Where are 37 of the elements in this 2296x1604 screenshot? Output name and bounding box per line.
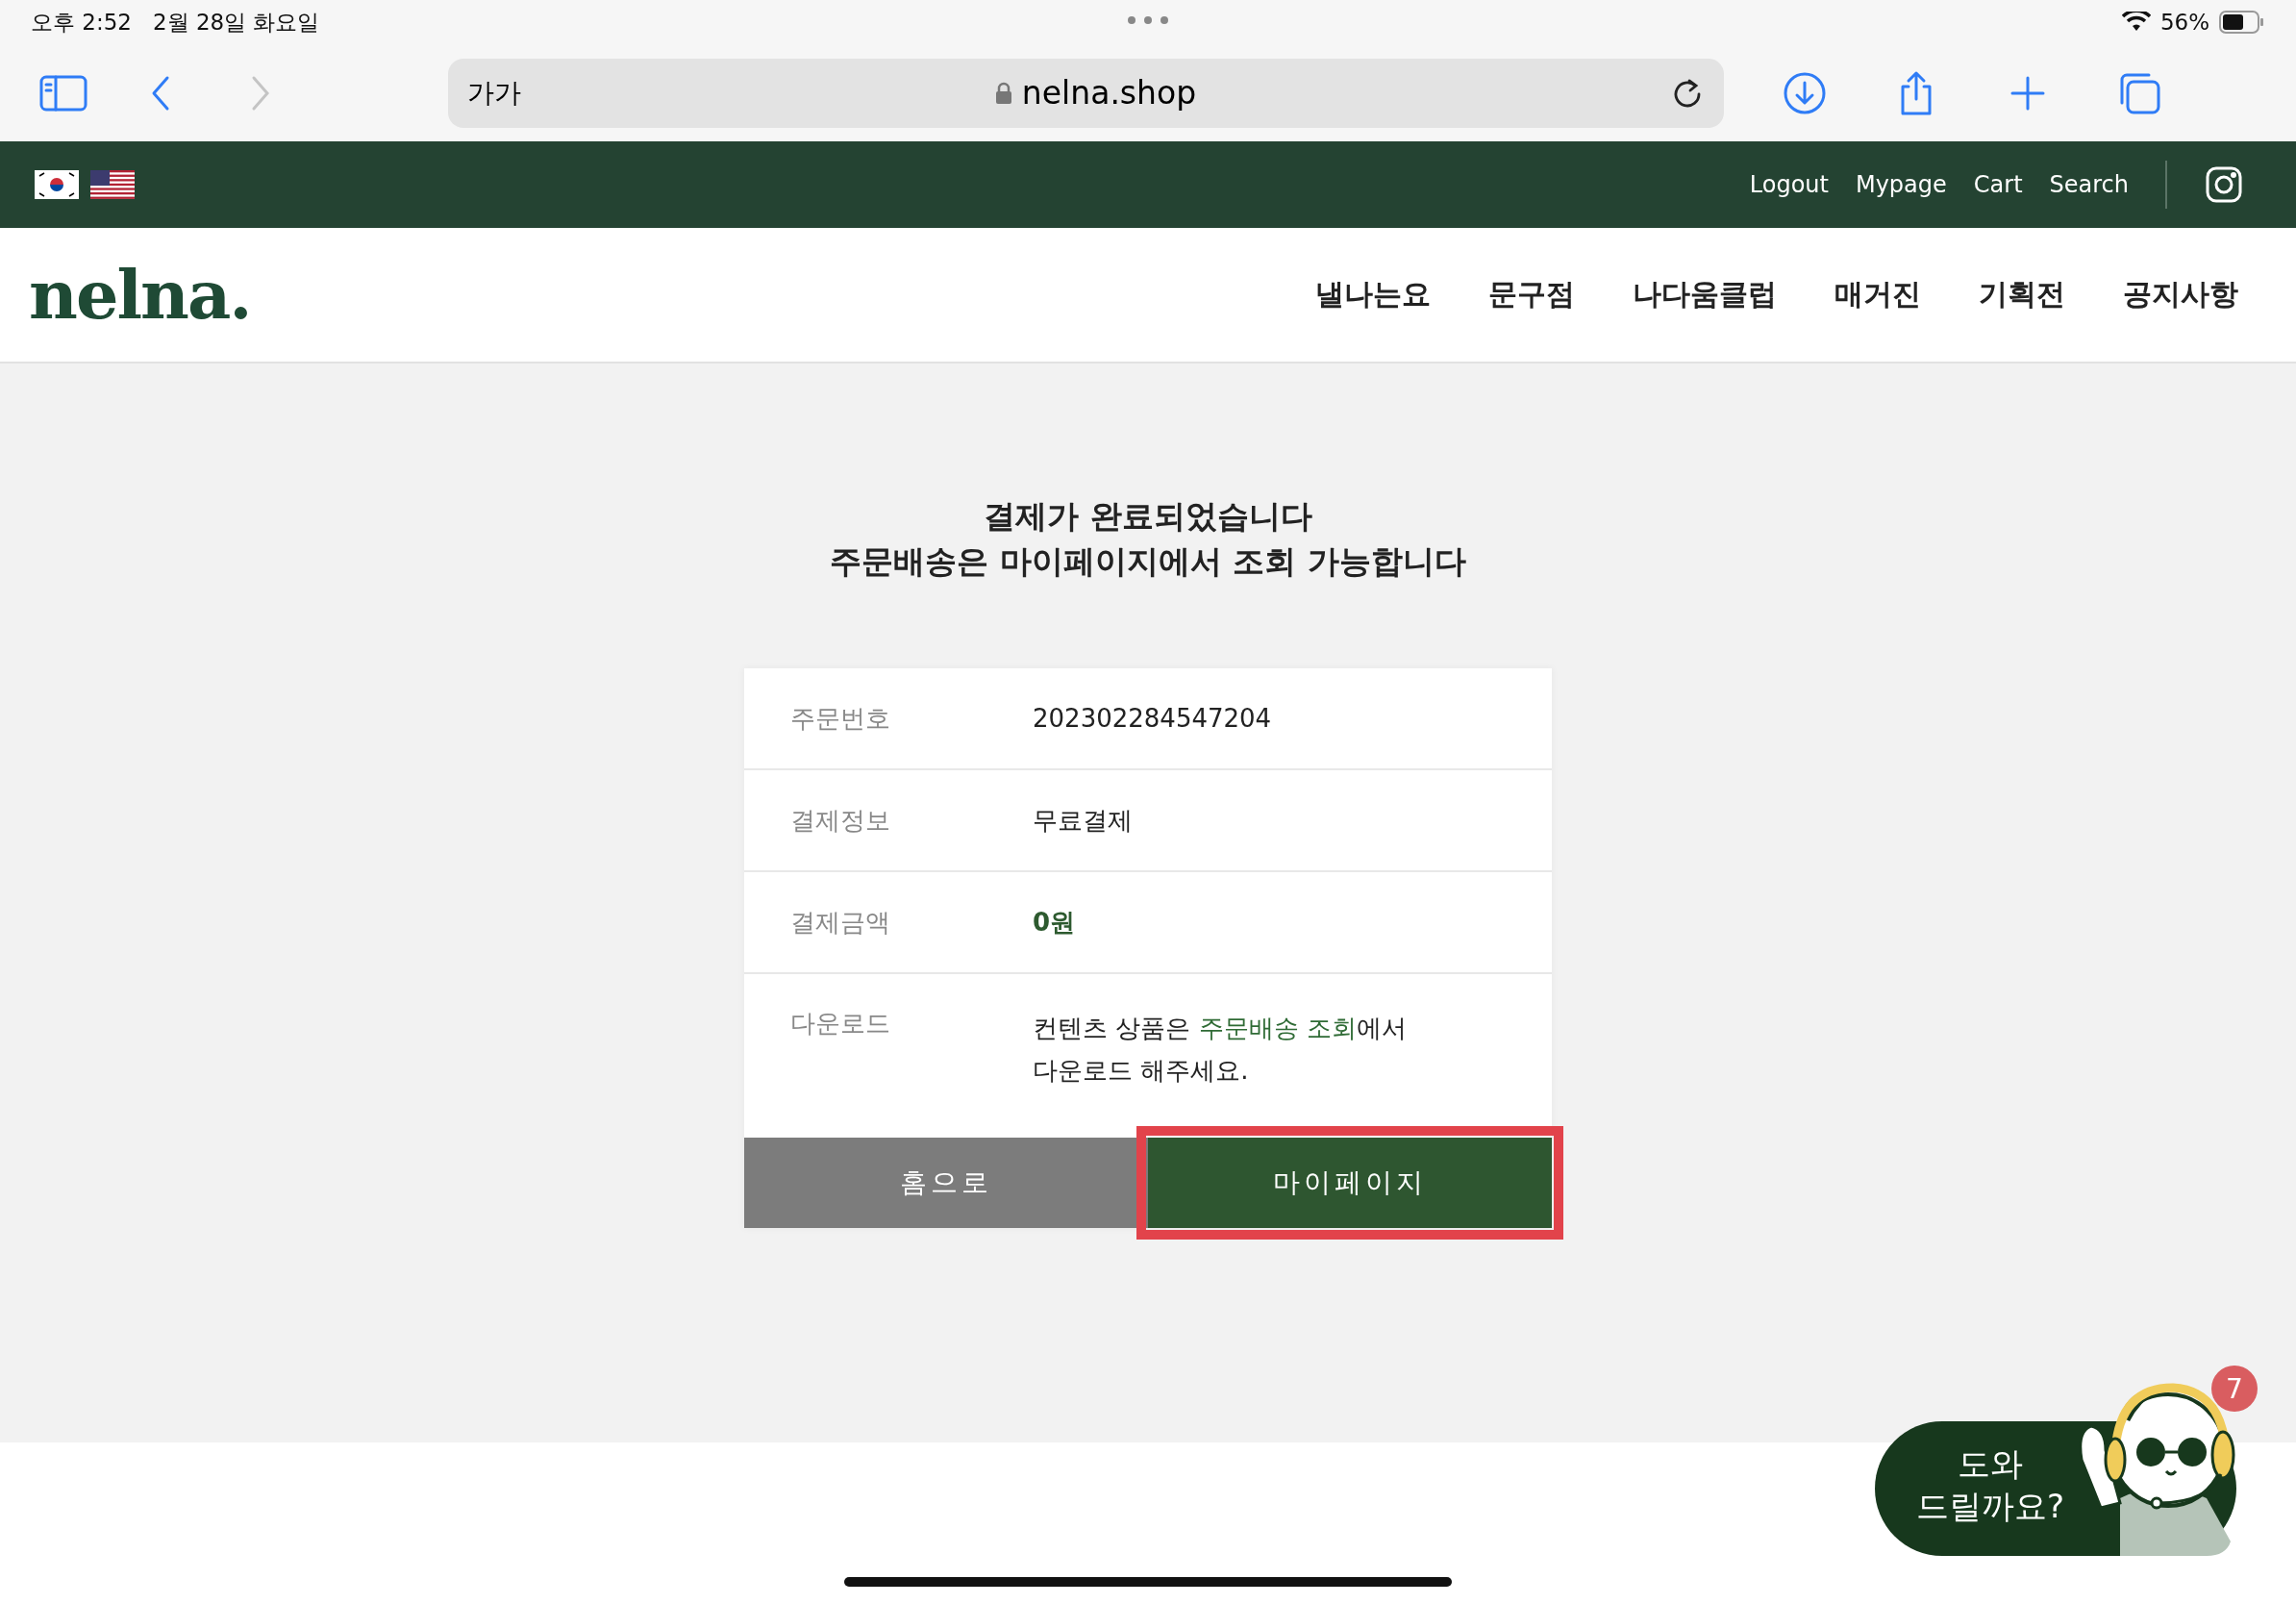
top-link[interactable]: Search [2049, 171, 2129, 198]
completion-message: 주문배송은 마이페이지에서 조회 가능합니다 [830, 541, 1466, 582]
download-note: 컨텐츠 상품은 주문배송 조회에서 다운로드 해주세요. [1033, 1013, 1408, 1087]
lock-icon [994, 81, 1012, 105]
home-button[interactable]: 홈으로 [744, 1138, 1148, 1228]
order-value: 202302284547204 [1033, 704, 1272, 733]
order-label: 주문번호 [790, 702, 891, 735]
nav-link[interactable]: 낼나는요 [1315, 275, 1431, 314]
top-link[interactable]: Logout [1749, 171, 1829, 198]
nav-link[interactable]: 문구점 [1488, 275, 1575, 314]
address-bar[interactable]: 가가 nelna.shop [448, 58, 1724, 128]
nav-link[interactable]: 기획전 [1979, 275, 2065, 314]
status-time: 오후 2:52 [31, 8, 132, 37]
order-value: 무료결제 [1033, 804, 1133, 837]
korean-flag-icon[interactable] [35, 170, 79, 199]
text-size-button[interactable]: 가가 [467, 74, 521, 112]
logo[interactable]: nelna. [29, 255, 251, 335]
nav-link[interactable]: 매거진 [1834, 275, 1921, 314]
instagram-icon[interactable] [2206, 166, 2242, 203]
order-label: 다운로드 [790, 1008, 891, 1040]
battery-percent: 56% [2159, 10, 2209, 35]
us-flag-icon[interactable] [90, 170, 135, 199]
order-lookup-link[interactable]: 주문배송 조회 [1198, 1014, 1357, 1042]
wifi-icon [2121, 12, 2151, 33]
order-value: 0원 [1033, 906, 1076, 939]
order-label: 결제정보 [790, 804, 891, 837]
nav-link[interactable]: 공지사항 [2123, 275, 2238, 314]
completion-message: 결제가 완료되었습니다 [983, 496, 1313, 537]
battery-icon [2219, 11, 2265, 34]
top-link[interactable]: Mypage [1855, 171, 1947, 198]
top-link[interactable]: Cart [1973, 171, 2023, 198]
notification-badge: 7 [2211, 1366, 2258, 1412]
url-text: nelna.shop [1021, 74, 1197, 112]
order-label: 결제금액 [790, 906, 891, 939]
nav-link[interactable]: 나다움클럽 [1633, 275, 1777, 314]
status-date: 2월 28일 화요일 [152, 8, 320, 37]
multitask-dots-icon[interactable] [1127, 15, 1169, 25]
